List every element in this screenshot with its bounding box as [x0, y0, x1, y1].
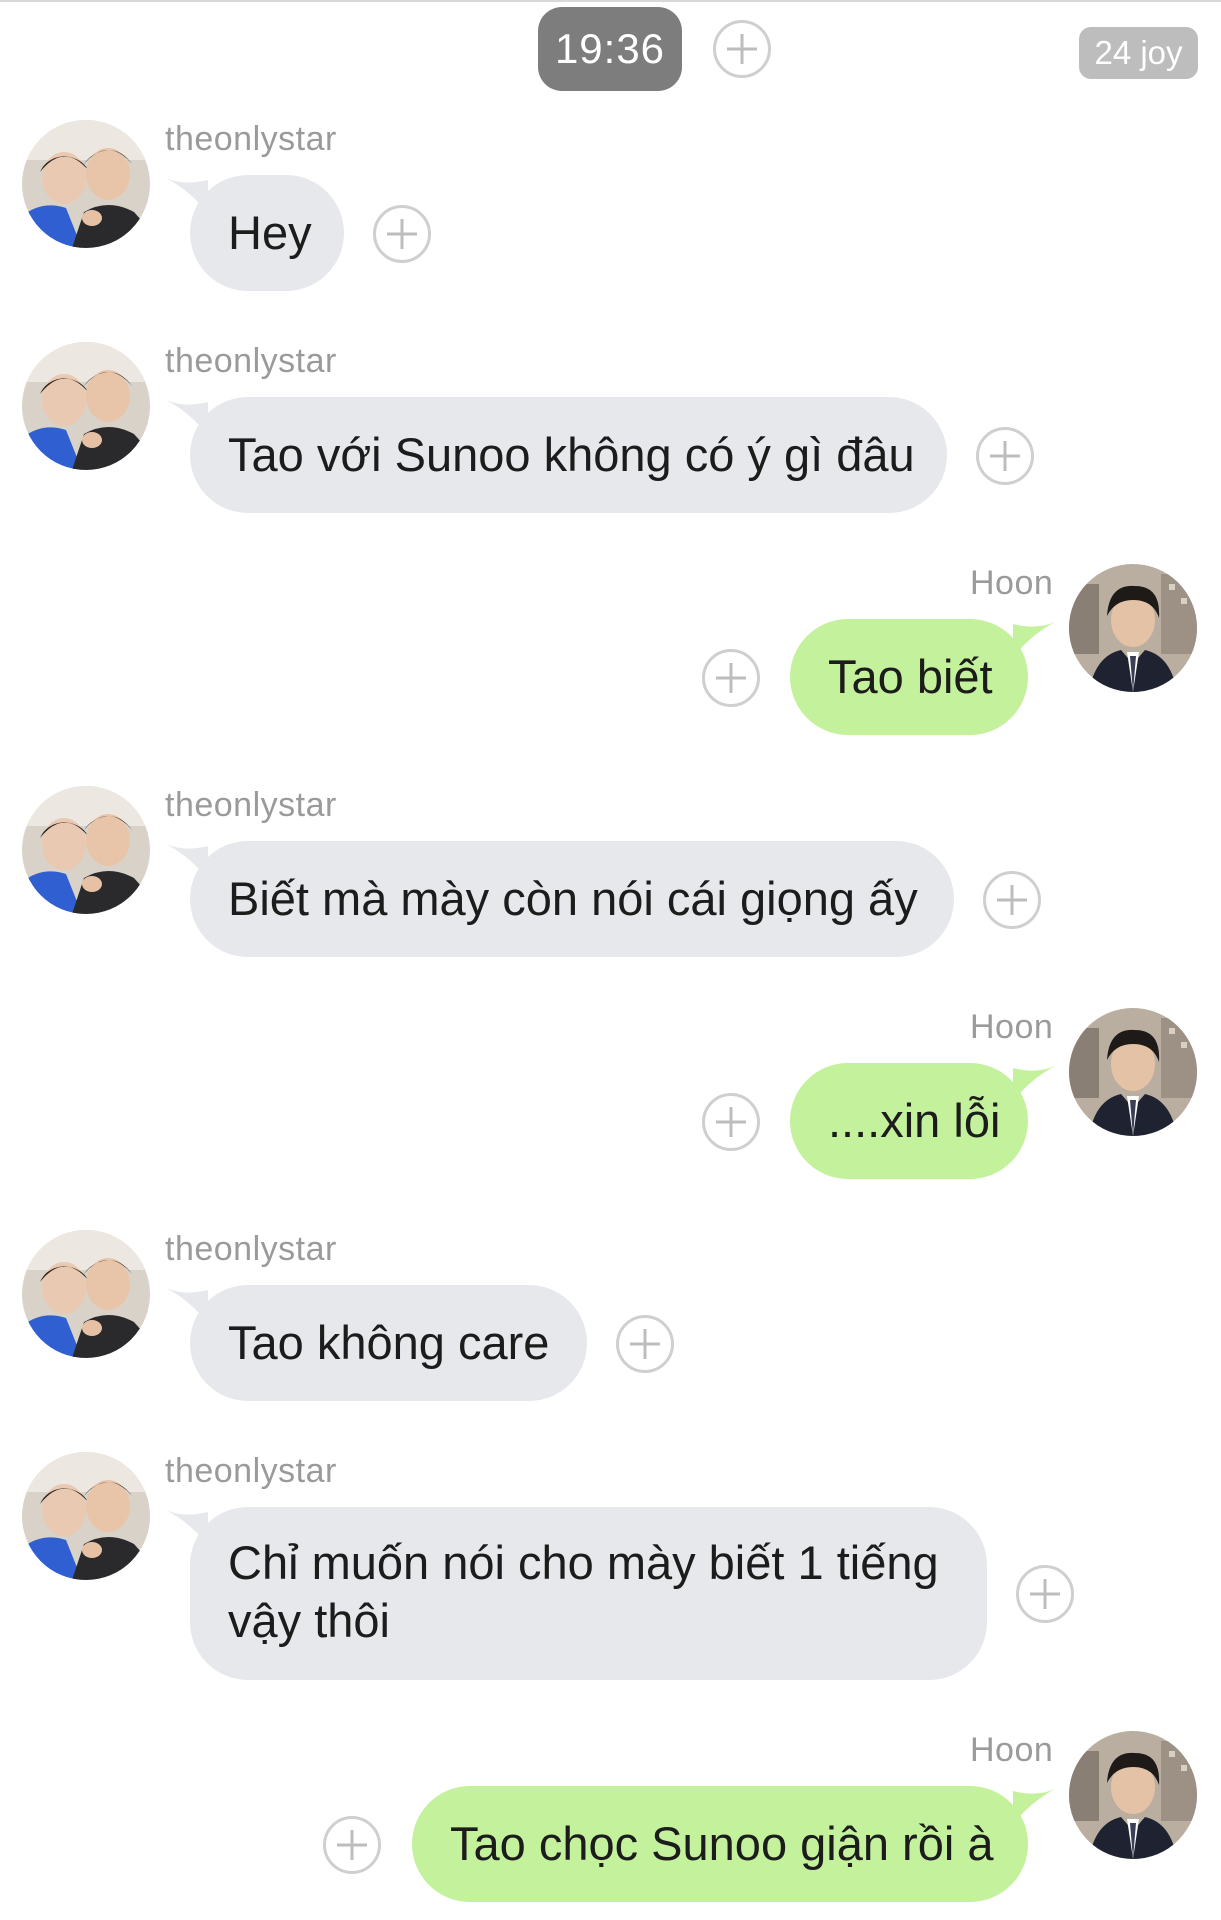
outgoing-message-bubble[interactable]: Tao biết	[790, 619, 1028, 735]
sender-name: Hoon	[970, 1731, 1054, 1769]
add-reaction-icon[interactable]	[713, 20, 771, 78]
avatar-hoon[interactable]	[1069, 1008, 1197, 1136]
sender-name: theonlystar	[165, 786, 337, 824]
outgoing-message-bubble[interactable]: ....xin lỗi	[790, 1063, 1028, 1179]
sender-name: Hoon	[970, 1008, 1054, 1046]
joy-badge[interactable]: 24 joy	[1079, 27, 1198, 79]
sender-name: theonlystar	[165, 342, 337, 380]
incoming-message-bubble[interactable]: Tao với Sunoo không có ý gì đâu	[190, 397, 947, 513]
avatar-theonlystar[interactable]	[22, 342, 150, 470]
top-divider	[0, 0, 1221, 2]
avatar-theonlystar[interactable]	[22, 120, 150, 248]
sender-name: Hoon	[970, 564, 1054, 602]
add-reaction-icon[interactable]	[323, 1816, 381, 1874]
add-reaction-icon[interactable]	[616, 1315, 674, 1373]
outgoing-message-bubble[interactable]: Tao chọc Sunoo giận rồi à	[412, 1786, 1028, 1902]
incoming-message-bubble[interactable]: Biết mà mày còn nói cái giọng ấy	[190, 841, 954, 957]
incoming-message-bubble[interactable]: Hey	[190, 175, 344, 291]
add-reaction-icon[interactable]	[702, 1093, 760, 1151]
add-reaction-icon[interactable]	[373, 205, 431, 263]
add-reaction-icon[interactable]	[976, 427, 1034, 485]
sender-name: theonlystar	[165, 120, 337, 158]
add-reaction-icon[interactable]	[702, 649, 760, 707]
add-reaction-icon[interactable]	[983, 871, 1041, 929]
avatar-hoon[interactable]	[1069, 1731, 1197, 1859]
avatar-theonlystar[interactable]	[22, 1452, 150, 1580]
incoming-message-bubble[interactable]: Chỉ muốn nói cho mày biết 1 tiếng vậy th…	[190, 1507, 987, 1680]
avatar-hoon[interactable]	[1069, 564, 1197, 692]
sender-name: theonlystar	[165, 1230, 337, 1268]
incoming-message-bubble[interactable]: Tao không care	[190, 1285, 587, 1401]
avatar-theonlystar[interactable]	[22, 1230, 150, 1358]
timestamp-pill: 19:36	[538, 7, 682, 91]
add-reaction-icon[interactable]	[1016, 1565, 1074, 1623]
sender-name: theonlystar	[165, 1452, 337, 1490]
avatar-theonlystar[interactable]	[22, 786, 150, 914]
